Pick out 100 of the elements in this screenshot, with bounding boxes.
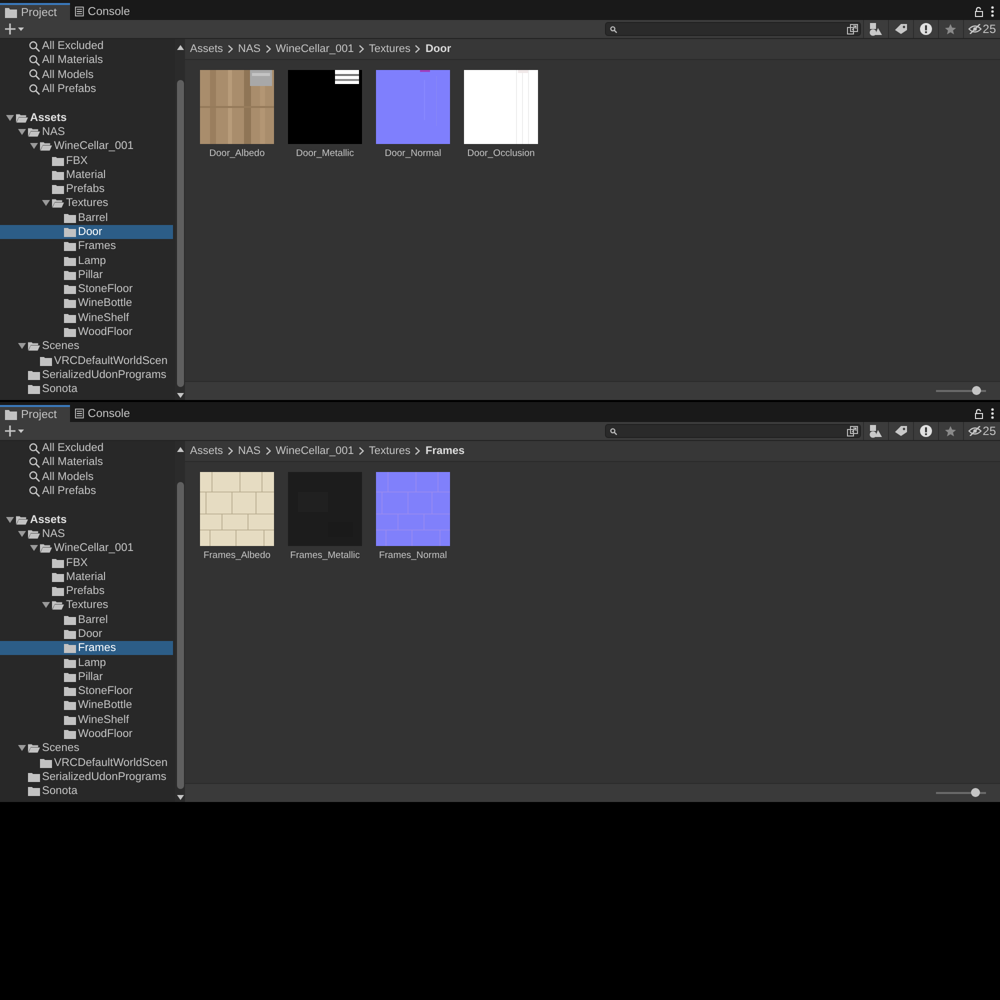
tree-item[interactable]: WineCellar_001 — [0, 139, 173, 154]
breadcrumb-item[interactable]: Door — [425, 43, 452, 55]
breadcrumb-item[interactable]: Textures — [368, 445, 410, 457]
tree-item[interactable]: WoodFloor — [0, 726, 173, 742]
tag-icon[interactable] — [894, 426, 907, 436]
star-icon[interactable] — [945, 24, 956, 34]
asset-name[interactable]: Door_Metallic — [296, 148, 354, 159]
tree-item[interactable]: Assets — [0, 512, 173, 527]
create-button[interactable] — [5, 21, 25, 37]
asset-name[interactable]: Door_Occlusion — [467, 148, 535, 159]
slider-thumb[interactable] — [970, 788, 980, 797]
favorite-item[interactable]: All Models — [42, 470, 94, 483]
tree-item[interactable]: FBX — [0, 555, 173, 570]
slider-thumb[interactable] — [972, 386, 980, 395]
favorite-item[interactable]: All Materials — [42, 456, 103, 468]
search-mode-icon[interactable] — [846, 426, 858, 436]
tag-icon[interactable] — [894, 24, 907, 34]
tree-item[interactable]: Textures — [0, 598, 173, 613]
breadcrumb-item[interactable]: Assets — [190, 445, 224, 457]
tree-item[interactable]: Material — [0, 168, 173, 182]
scroll-down-icon[interactable] — [176, 795, 184, 800]
favorite-item[interactable]: All Models — [42, 68, 94, 81]
tab[interactable]: Project — [0, 3, 70, 20]
tree-item[interactable]: StoneFloor — [0, 282, 173, 296]
tree-item[interactable]: Lamp — [0, 655, 173, 670]
tree-item[interactable]: Door — [0, 224, 173, 240]
warning-icon[interactable] — [920, 425, 932, 437]
expanded-arrow-icon[interactable] — [6, 114, 14, 121]
tree-item[interactable]: StoneFloor — [0, 684, 173, 698]
tree-item[interactable]: NAS — [0, 526, 173, 542]
lock-icon[interactable] — [975, 6, 983, 16]
tree-item[interactable]: WineShelf — [0, 712, 173, 727]
tree-item[interactable]: Sonota — [0, 784, 173, 798]
menu-icon[interactable] — [991, 6, 994, 17]
shapes-icon[interactable] — [869, 22, 882, 36]
tab[interactable]: Console — [70, 3, 140, 20]
lock-icon[interactable] — [975, 408, 983, 418]
hidden-packages-toggle[interactable]: 25 — [962, 20, 1000, 38]
tree-item[interactable]: Scenes — [0, 339, 173, 354]
expanded-arrow-icon[interactable] — [42, 602, 50, 608]
favorite-item[interactable]: All Materials — [42, 54, 103, 66]
tree-item[interactable]: Pillar — [0, 670, 173, 684]
tree-item[interactable]: Prefabs — [0, 584, 173, 598]
asset-name[interactable]: Frames_Albedo — [203, 550, 271, 561]
tree-item[interactable]: WineShelf — [0, 310, 173, 325]
create-button[interactable] — [5, 423, 25, 439]
warning-icon[interactable] — [920, 23, 932, 35]
expanded-arrow-icon[interactable] — [42, 200, 50, 206]
search-mode-icon[interactable] — [846, 24, 858, 34]
favorite-item[interactable]: All Excluded — [42, 442, 104, 454]
shapes-icon[interactable] — [869, 424, 882, 438]
breadcrumb-item[interactable]: NAS — [238, 445, 261, 457]
tree-item[interactable]: NAS — [0, 124, 173, 140]
tree-item[interactable]: Scenes — [0, 741, 173, 756]
expanded-arrow-icon[interactable] — [18, 530, 26, 537]
tree-item[interactable]: Pillar — [0, 268, 173, 282]
tree-item[interactable]: Frames — [0, 641, 173, 656]
asset-name[interactable]: Frames_Metallic — [290, 550, 360, 561]
breadcrumb-item[interactable]: Frames — [425, 445, 465, 457]
tree-item[interactable]: Barrel — [0, 612, 173, 627]
tree-item[interactable]: Frames — [0, 239, 173, 254]
expanded-arrow-icon[interactable] — [30, 143, 38, 150]
asset-name[interactable]: Frames_Normal — [378, 550, 448, 561]
tree-item[interactable]: Prefabs — [0, 182, 173, 196]
breadcrumb-item[interactable]: NAS — [238, 43, 261, 55]
expanded-arrow-icon[interactable] — [30, 545, 38, 552]
tree-item[interactable]: Textures — [0, 196, 173, 211]
tab[interactable]: Console — [70, 405, 140, 422]
breadcrumb-item[interactable]: Textures — [368, 43, 410, 55]
expanded-arrow-icon[interactable] — [6, 516, 14, 523]
tree-item[interactable]: FBX — [0, 153, 173, 168]
tree-item[interactable]: WineBottle — [0, 698, 173, 713]
tree-item[interactable]: WoodFloor — [0, 324, 173, 340]
hidden-packages-toggle[interactable]: 25 — [962, 422, 1000, 440]
breadcrumb-item[interactable]: WineCellar_001 — [276, 43, 354, 55]
tree-item[interactable]: Sonota — [0, 382, 173, 396]
tree-item[interactable]: WineCellar_001 — [0, 541, 173, 556]
asset-name[interactable]: Door_Normal — [384, 148, 442, 159]
favorite-item[interactable]: All Excluded — [42, 40, 104, 52]
breadcrumb-item[interactable]: Assets — [190, 43, 224, 55]
breadcrumb-item[interactable]: WineCellar_001 — [276, 445, 354, 457]
search-field[interactable] — [604, 424, 861, 438]
tree-item[interactable]: SerializedUdonPrograms — [0, 770, 173, 784]
favorite-item[interactable]: All Prefabs — [42, 83, 96, 96]
expanded-arrow-icon[interactable] — [18, 343, 26, 350]
star-icon[interactable] — [945, 426, 956, 436]
tree-item[interactable]: Assets — [0, 110, 173, 125]
expanded-arrow-icon[interactable] — [18, 745, 26, 752]
tree-item[interactable]: Barrel — [0, 210, 173, 225]
menu-icon[interactable] — [991, 408, 994, 419]
scroll-up-icon[interactable] — [176, 447, 184, 452]
tree-item[interactable]: Material — [0, 570, 173, 584]
asset-name[interactable]: Door_Albedo — [209, 148, 265, 159]
scroll-up-icon[interactable] — [176, 45, 184, 50]
tree-item[interactable]: VRCDefaultWorldScen — [0, 354, 173, 368]
scroll-down-icon[interactable] — [176, 393, 184, 398]
tree-item[interactable]: Door — [0, 626, 173, 642]
expanded-arrow-icon[interactable] — [18, 128, 26, 135]
tree-item[interactable]: VRCDefaultWorldScen — [0, 756, 173, 770]
tree-item[interactable]: SerializedUdonPrograms — [0, 368, 173, 382]
